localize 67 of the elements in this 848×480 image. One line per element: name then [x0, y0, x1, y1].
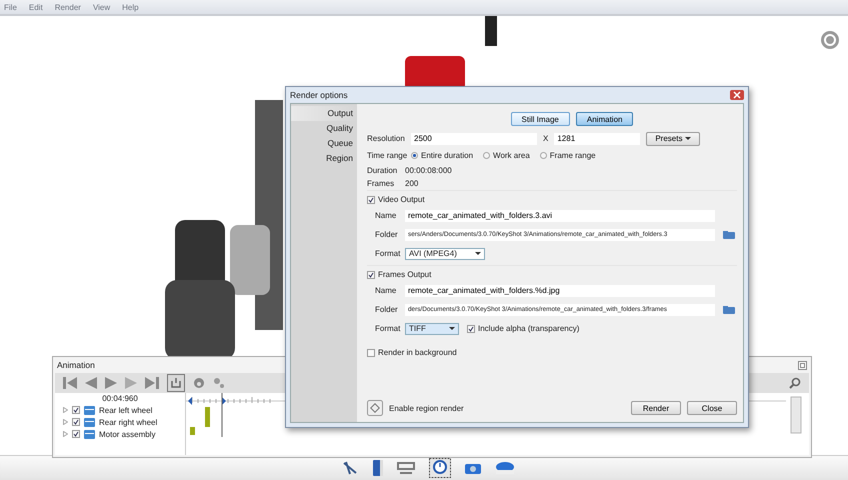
dialog-button[interactable]: Close: [687, 401, 737, 415]
search-icon[interactable]: [789, 377, 801, 389]
name-label: Name: [375, 286, 398, 295]
format-dropdown[interactable]: AVI (MPEG4): [405, 248, 485, 260]
close-icon[interactable]: [730, 90, 744, 100]
time-range-radio[interactable]: Entire duration: [411, 151, 474, 160]
region-icon[interactable]: [367, 400, 383, 416]
settings-icon[interactable]: [820, 30, 840, 50]
info-label: Duration: [367, 166, 398, 175]
separator-label: X: [542, 134, 550, 143]
track-label[interactable]: Motor assembly: [99, 430, 156, 438]
format-label: Format: [375, 249, 401, 258]
time-range-label: Time range: [367, 151, 407, 160]
menu-item[interactable]: View: [92, 2, 110, 12]
camera-icon[interactable]: [465, 462, 481, 474]
format-dropdown[interactable]: TIFF: [405, 322, 459, 334]
mode-button[interactable]: Animation: [576, 112, 634, 126]
folder-label: Folder: [375, 305, 399, 314]
checkbox-label[interactable]: Frames Output: [378, 270, 432, 279]
dialog-button[interactable]: Render: [631, 401, 681, 415]
mode-button[interactable]: Still Image: [510, 112, 570, 126]
checkbox[interactable]: [367, 270, 375, 278]
info-value: 00:00:08:000: [405, 166, 452, 175]
checkbox[interactable]: [367, 196, 375, 204]
maximize-icon[interactable]: [798, 360, 807, 370]
clock-icon[interactable]: [429, 458, 451, 478]
checkbox-label[interactable]: Render in background: [378, 348, 457, 357]
track-label[interactable]: Rear right wheel: [99, 418, 158, 426]
checkbox-label[interactable]: Include alpha (transparency): [478, 324, 580, 333]
info-value: 200: [405, 179, 418, 188]
skip-end-icon[interactable]: [145, 377, 159, 389]
book-icon[interactable]: [373, 460, 383, 476]
panel-title: Animation: [57, 360, 95, 370]
resolution-label: Resolution: [367, 134, 406, 143]
sidebar-item[interactable]: Quality: [291, 121, 357, 136]
checkbox-label[interactable]: Video Output: [378, 195, 425, 204]
menu-item[interactable]: Render: [54, 2, 81, 12]
sidebar-item[interactable]: Queue: [291, 136, 357, 151]
cloud-icon[interactable]: [495, 461, 515, 475]
width-field[interactable]: 2500: [411, 132, 537, 144]
sidebar-item[interactable]: Region: [291, 151, 357, 166]
track-checkbox[interactable]: [72, 430, 80, 438]
skip-start-icon[interactable]: [63, 377, 77, 389]
checkbox[interactable]: [367, 348, 375, 356]
dialog-title: Render options: [290, 90, 348, 100]
track-label[interactable]: Rear left wheel: [99, 406, 152, 414]
info-label: Frames: [367, 179, 396, 188]
menu-item[interactable]: Help: [122, 2, 139, 12]
step-back-icon[interactable]: [85, 377, 97, 389]
name-field[interactable]: remote_car_animated_with_folders.%d.jpg: [405, 284, 715, 296]
play-icon[interactable]: [105, 377, 117, 389]
presets-button[interactable]: Presets: [646, 132, 700, 146]
time-range-radio[interactable]: Frame range: [540, 151, 596, 160]
monitor-icon[interactable]: [397, 462, 415, 474]
checkbox[interactable]: [467, 324, 475, 332]
region-render-label: Enable region render: [389, 404, 464, 412]
current-time: 00:04:960: [101, 393, 139, 404]
height-field[interactable]: 1281: [554, 132, 640, 144]
track-checkbox[interactable]: [72, 406, 80, 414]
track-checkbox[interactable]: [72, 418, 80, 426]
folder-label: Folder: [375, 230, 399, 239]
time-range-radio[interactable]: Work area: [483, 151, 530, 160]
name-label: Name: [375, 211, 398, 220]
name-field[interactable]: remote_car_animated_with_folders.3.avi: [405, 210, 715, 222]
format-label: Format: [375, 324, 401, 333]
menu-item[interactable]: Edit: [28, 2, 43, 12]
menu-item[interactable]: File: [4, 2, 17, 12]
